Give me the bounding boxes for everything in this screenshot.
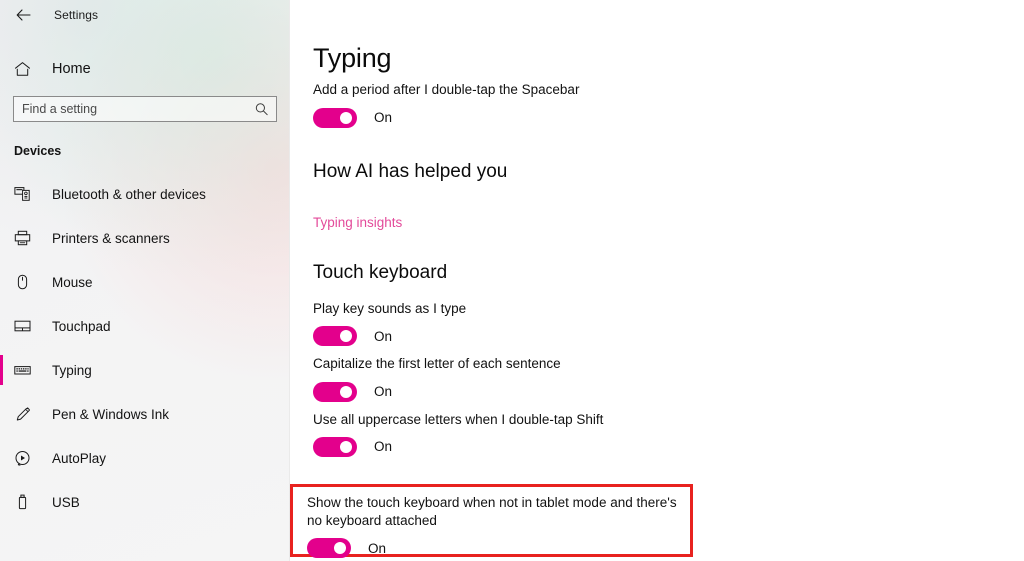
capitalize-label: Capitalize the first letter of each sent…	[313, 356, 561, 372]
bluetooth-devices-icon	[14, 186, 36, 202]
search-container	[13, 96, 277, 122]
highlight-callout-box: Show the touch keyboard when not in tabl…	[290, 484, 693, 559]
sidebar-item-touchpad[interactable]: Touchpad	[0, 304, 289, 348]
key-sounds-label: Play key sounds as I type	[313, 301, 467, 317]
uppercase-shift-state: On	[374, 439, 393, 455]
sidebar-item-label: Bluetooth & other devices	[52, 186, 206, 202]
ai-section-title: How AI has helped you	[313, 160, 508, 182]
back-arrow-icon[interactable]	[10, 4, 36, 26]
touch-keyboard-section-title: Touch keyboard	[313, 262, 448, 284]
toggle-knob	[334, 542, 346, 555]
pen-icon	[14, 406, 36, 422]
show-touch-keyboard-row: On	[307, 538, 690, 559]
title-bar: Settings	[0, 0, 289, 30]
capitalize-state: On	[374, 384, 393, 400]
sidebar-item-label: AutoPlay	[52, 450, 107, 466]
sidebar-item-typing[interactable]: Typing	[0, 348, 289, 392]
mouse-icon	[14, 274, 36, 290]
toggle-knob	[340, 111, 352, 124]
toggle-knob	[340, 440, 352, 453]
sidebar-item-printers-scanners[interactable]: Printers & scanners	[0, 216, 289, 260]
show-touch-keyboard-toggle[interactable]	[307, 538, 351, 559]
selection-accent-bar	[0, 355, 3, 385]
key-sounds-row: On	[313, 326, 1024, 347]
show-touch-keyboard-state: On	[368, 540, 387, 556]
usb-icon	[14, 494, 36, 510]
search-box[interactable]	[13, 96, 277, 122]
selection-accent-bar	[0, 267, 3, 297]
spacebar-period-state: On	[374, 110, 393, 126]
sidebar-item-usb[interactable]: USB	[0, 480, 289, 524]
touchpad-icon	[14, 318, 36, 334]
printer-icon	[14, 230, 36, 246]
sidebar-item-label: Typing	[52, 362, 92, 378]
search-input[interactable]	[22, 102, 268, 116]
autoplay-icon	[14, 450, 36, 466]
sidebar-nav: Bluetooth & other devices Printers & sca…	[0, 172, 289, 524]
sidebar-item-label: USB	[52, 494, 80, 510]
key-sounds-state: On	[374, 328, 393, 344]
capitalize-toggle[interactable]	[313, 381, 357, 402]
home-icon	[14, 61, 36, 77]
uppercase-shift-row: On	[313, 436, 1024, 457]
show-touch-keyboard-group: Show the touch keyboard when not in tabl…	[293, 487, 690, 559]
sidebar-item-label: Touchpad	[52, 318, 111, 334]
keyboard-icon	[14, 362, 36, 378]
sidebar-item-autoplay[interactable]: AutoPlay	[0, 436, 289, 480]
key-sounds-toggle[interactable]	[313, 326, 357, 347]
selection-accent-bar	[0, 179, 3, 209]
sidebar-item-label: Pen & Windows Ink	[52, 406, 170, 422]
sidebar-item-pen-windows-ink[interactable]: Pen & Windows Ink	[0, 392, 289, 436]
selection-accent-bar	[0, 223, 3, 253]
spacebar-period-label: Add a period after I double-tap the Spac…	[313, 82, 580, 98]
spacebar-period-row: On	[313, 107, 1024, 128]
sidebar-item-label: Printers & scanners	[52, 230, 170, 246]
selection-accent-bar	[0, 399, 3, 429]
settings-window: Settings Home Devic	[0, 0, 1024, 561]
page-title: Typing	[313, 43, 392, 73]
sidebar-item-bluetooth-other-devices[interactable]: Bluetooth & other devices	[0, 172, 289, 216]
sidebar-group-title: Devices	[14, 144, 62, 158]
toggle-knob	[340, 385, 352, 398]
capitalize-row: On	[313, 381, 1024, 402]
selection-accent-bar	[0, 443, 3, 473]
selection-accent-bar	[0, 311, 3, 341]
spacebar-period-toggle[interactable]	[313, 107, 357, 128]
toggle-knob	[340, 330, 352, 343]
sidebar-item-mouse[interactable]: Mouse	[0, 260, 289, 304]
selection-accent-bar	[0, 487, 3, 517]
show-touch-keyboard-label: Show the touch keyboard when not in tabl…	[307, 495, 677, 529]
typing-insights-link[interactable]: Typing insights	[313, 215, 402, 230]
main-content: Typing Add a period after I double-tap t…	[290, 0, 1024, 561]
sidebar-item-label: Mouse	[52, 274, 93, 290]
home-label: Home	[52, 61, 91, 77]
search-icon[interactable]	[255, 103, 268, 116]
sidebar-item-home[interactable]: Home	[0, 54, 289, 84]
window-title: Settings	[54, 8, 99, 22]
uppercase-shift-label: Use all uppercase letters when I double-…	[313, 411, 604, 427]
uppercase-shift-toggle[interactable]	[313, 436, 357, 457]
sidebar: Settings Home Devic	[0, 0, 290, 561]
